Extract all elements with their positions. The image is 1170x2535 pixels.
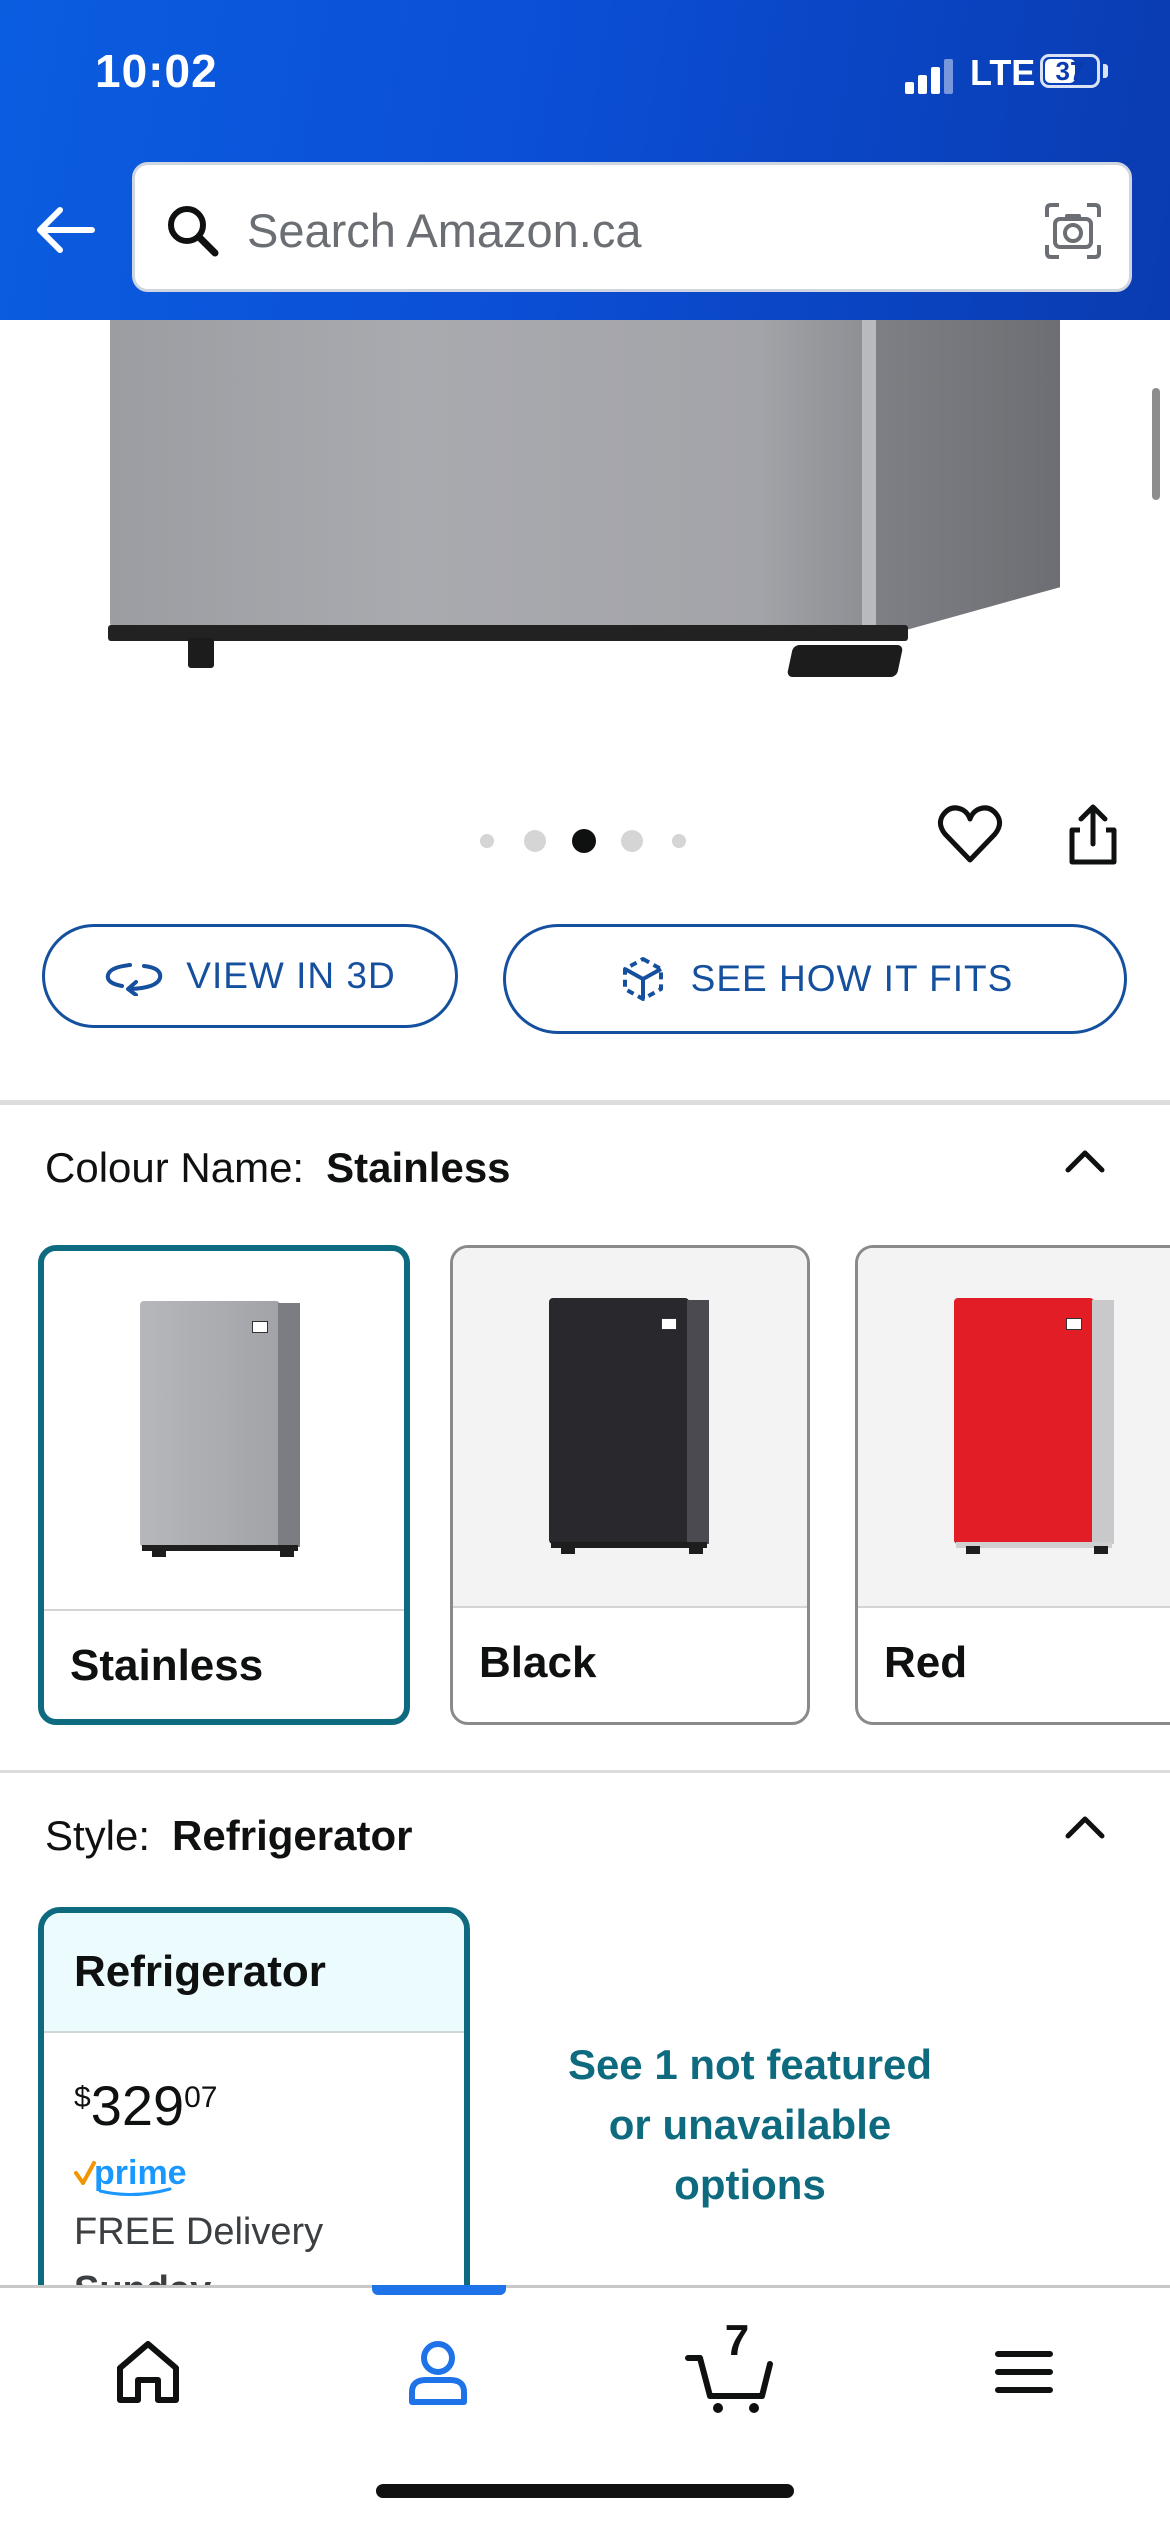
heart-icon [937,805,1003,863]
style-selected-value: Refrigerator [172,1812,413,1859]
share-icon [1069,804,1117,865]
home-indicator[interactable] [376,2484,794,2498]
see-unavailable-options-link[interactable]: See 1 not featured or unavailable option… [520,2035,980,2215]
colour-selected-value: Stainless [326,1144,511,1191]
image-pagination-dots[interactable] [470,822,710,858]
section-divider [0,1770,1170,1773]
battery-level: 37 [1055,56,1085,86]
tab-home[interactable] [98,2320,198,2420]
tab-cart[interactable]: 7 [680,2316,790,2420]
signal-icon [905,58,955,94]
back-button[interactable] [30,200,100,260]
tab-account[interactable] [388,2320,488,2420]
prime-label: prime [94,2154,187,2192]
view-in-3d-label: VIEW IN 3D [186,955,396,996]
colour-option-black[interactable]: Black [450,1245,810,1725]
rotate-3d-icon [106,963,163,996]
home-icon [117,2341,179,2403]
network-label: LTE [970,52,1036,93]
pagination-dot[interactable] [524,830,546,852]
price-currency: $ [74,2081,91,2114]
cart-count-badge: 7 [724,2316,750,2365]
product-image[interactable] [0,320,1170,740]
see-how-it-fits-label: SEE HOW IT FITS [690,958,1014,999]
search-bar[interactable] [132,162,1132,292]
product-thumbnail [954,1298,1114,1554]
product-thumbnail [549,1298,709,1554]
tab-menu[interactable] [974,2320,1074,2420]
more-options-line: or unavailable [608,2101,892,2148]
ar-cube-icon [622,957,663,1001]
active-tab-indicator [372,2285,506,2295]
colour-option-red[interactable]: Red [855,1245,1170,1725]
see-how-it-fits-button[interactable]: SEE HOW IT FITS [503,924,1127,1034]
delivery-text: FREE Delivery [74,2211,324,2253]
view-in-3d-button[interactable]: VIEW IN 3D [42,924,458,1028]
search-input[interactable] [245,189,1029,271]
back-arrow-icon [37,207,95,253]
pagination-dot[interactable] [621,830,643,852]
battery-icon: 37 [1040,54,1100,88]
chevron-up-icon[interactable] [1060,1140,1110,1180]
search-icon [168,206,219,257]
price-whole: 329 [90,2074,185,2137]
wishlist-button[interactable] [935,800,1005,870]
colour-label: Colour Name: [45,1144,305,1191]
price: $32907 [74,2073,218,2138]
camera-icon[interactable] [1041,199,1105,263]
colour-option-stainless[interactable]: Stainless [38,1245,410,1725]
colour-name-row: Colour Name: Stainless [45,1144,511,1192]
status-time: 10:02 [95,45,218,97]
scrollbar[interactable] [1152,388,1160,500]
hamburger-menu-icon [995,2351,1053,2393]
style-row: Style: Refrigerator [45,1812,412,1860]
account-icon [409,2341,467,2405]
style-option-title: Refrigerator [74,1947,326,1996]
prime-badge: prime [74,2154,187,2197]
chevron-up-icon[interactable] [1060,1806,1110,1846]
pagination-dot[interactable] [672,834,686,848]
pagination-dot-active[interactable] [572,829,596,853]
product-thumbnail [140,1301,300,1557]
colour-option-label: Black [479,1638,597,1687]
more-options-line: options [674,2161,826,2208]
share-button[interactable] [1058,800,1128,870]
colour-option-label: Stainless [70,1641,264,1690]
colour-option-label: Red [884,1638,968,1687]
style-label: Style: [45,1812,151,1859]
pagination-dot[interactable] [480,834,494,848]
top-header: 10:02 LTE 37 [0,0,1170,320]
section-divider [0,1100,1170,1105]
price-fraction: 07 [184,2081,218,2114]
more-options-line: See 1 not featured [567,2041,933,2088]
